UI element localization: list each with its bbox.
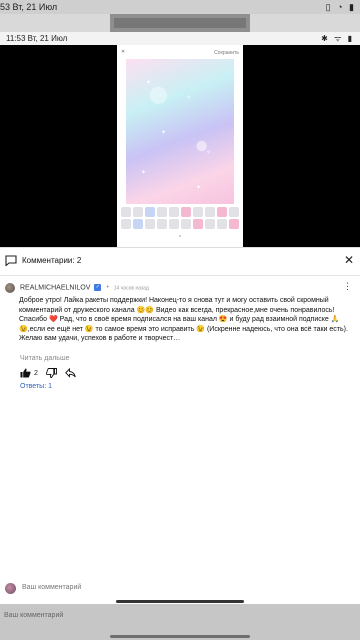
outer-comment-placeholder: Ваш комментарий	[4, 612, 64, 619]
read-more-link[interactable]: Читать дальше	[20, 355, 69, 362]
comment-author-name[interactable]: REALMICHAELNILOV	[20, 284, 90, 291]
reply-icon[interactable]	[65, 368, 76, 378]
video-nav-chevron: ⌃	[177, 235, 183, 241]
comment-input-placeholder[interactable]: Ваш комментарий	[22, 584, 81, 591]
more-options-icon[interactable]: ⋮	[343, 281, 352, 292]
avatar[interactable]	[5, 283, 15, 293]
comments-title: Комментарии: 2	[22, 256, 82, 265]
video-phone-frame: ✕ Сохранить ✦ ✧ ✦ ✧ ✦ ✦ ⌃	[117, 45, 243, 247]
replies-link[interactable]: Ответы: 1	[20, 383, 52, 390]
background-app-preview	[110, 14, 250, 34]
background-app-toolbar	[114, 18, 246, 28]
home-indicator[interactable]	[110, 635, 250, 638]
video-artwork: ✦ ✧ ✦ ✧ ✦ ✦	[126, 59, 234, 204]
outer-status-bar: 53 Вт, 21 Июл ▯ ◔ ▮	[0, 0, 360, 14]
user-avatar	[5, 583, 16, 594]
video-emoji-keyboard	[117, 206, 243, 234]
inner-status-bar: 11:53 Вт, 21 Июл ✱ ᯤ ▮	[0, 32, 360, 45]
inner-status-time: 11:53 Вт, 21 Июл	[6, 34, 68, 43]
video-save-label: Сохранить	[214, 50, 239, 56]
like-icon[interactable]	[20, 368, 31, 378]
comment-text: Доброе утро! Лайка ракеты поддержки! Нак…	[19, 297, 348, 342]
comment-actions: 2	[20, 368, 76, 378]
comments-sheet: Комментарии: 2 ✕ REALMICHAELNILOV ✓ • 14…	[0, 247, 360, 604]
comment-bubble-icon	[5, 255, 17, 266]
comment-author-line: REALMICHAELNILOV ✓ • 14 часов назад	[20, 284, 149, 291]
video-close-icon: ✕	[121, 49, 126, 55]
separator-dot: •	[106, 284, 109, 292]
video-editor-toolbar: ✕ Сохранить	[117, 45, 243, 59]
verified-icon: ✓	[94, 284, 102, 291]
inner-status-icons: ✱ ᯤ ▮	[321, 34, 354, 43]
close-comments-icon[interactable]: ✕	[344, 253, 354, 267]
outer-status-time: 53 Вт, 21 Июл	[0, 2, 58, 12]
like-count: 2	[34, 369, 38, 377]
comment-time: 14 часов назад	[113, 285, 149, 292]
dislike-icon[interactable]	[45, 368, 57, 378]
outer-status-icons: ▯ ◔ ▮	[325, 2, 356, 12]
video-player[interactable]: ✕ Сохранить ✦ ✧ ✦ ✧ ✦ ✦ ⌃	[0, 45, 360, 247]
comments-header: Комментарии: 2 ✕	[0, 248, 360, 276]
inner-home-indicator	[116, 600, 244, 603]
